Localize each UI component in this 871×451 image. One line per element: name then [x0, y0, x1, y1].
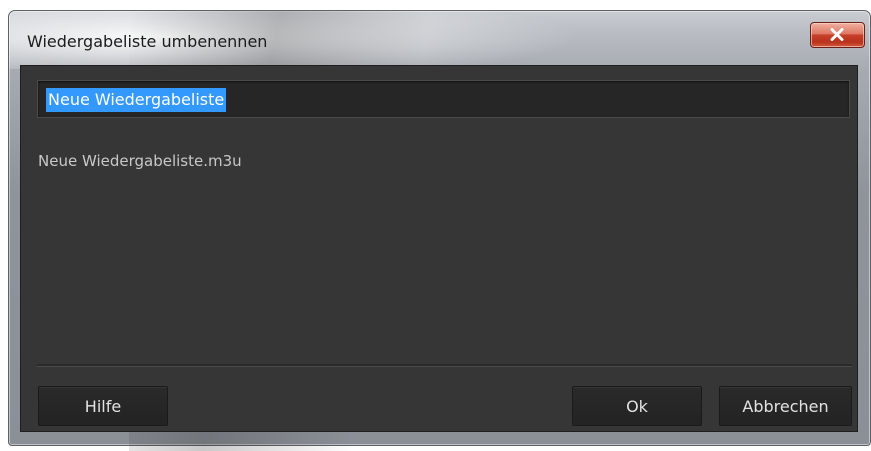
divider	[37, 364, 852, 367]
playlist-name-input[interactable]: Neue Wiedergabeliste	[37, 80, 850, 118]
cancel-button[interactable]: Abbrechen	[719, 386, 852, 426]
help-button[interactable]: Hilfe	[38, 386, 168, 426]
rename-playlist-dialog: Wiedergabeliste umbenennen Neue Wiederga…	[8, 10, 871, 451]
title-bar[interactable]: Wiedergabeliste umbenennen	[9, 11, 870, 66]
dialog-content: Neue Wiedergabeliste Neue Wiedergabelist…	[20, 65, 858, 432]
selected-input-text[interactable]: Neue Wiedergabeliste	[46, 88, 227, 112]
close-x-icon	[830, 28, 844, 41]
dialog-title: Wiedergabeliste umbenennen	[27, 32, 268, 51]
close-button[interactable]	[810, 22, 865, 48]
ok-button[interactable]: Ok	[572, 386, 702, 426]
playlist-filename: Neue Wiedergabeliste.m3u	[38, 152, 242, 170]
